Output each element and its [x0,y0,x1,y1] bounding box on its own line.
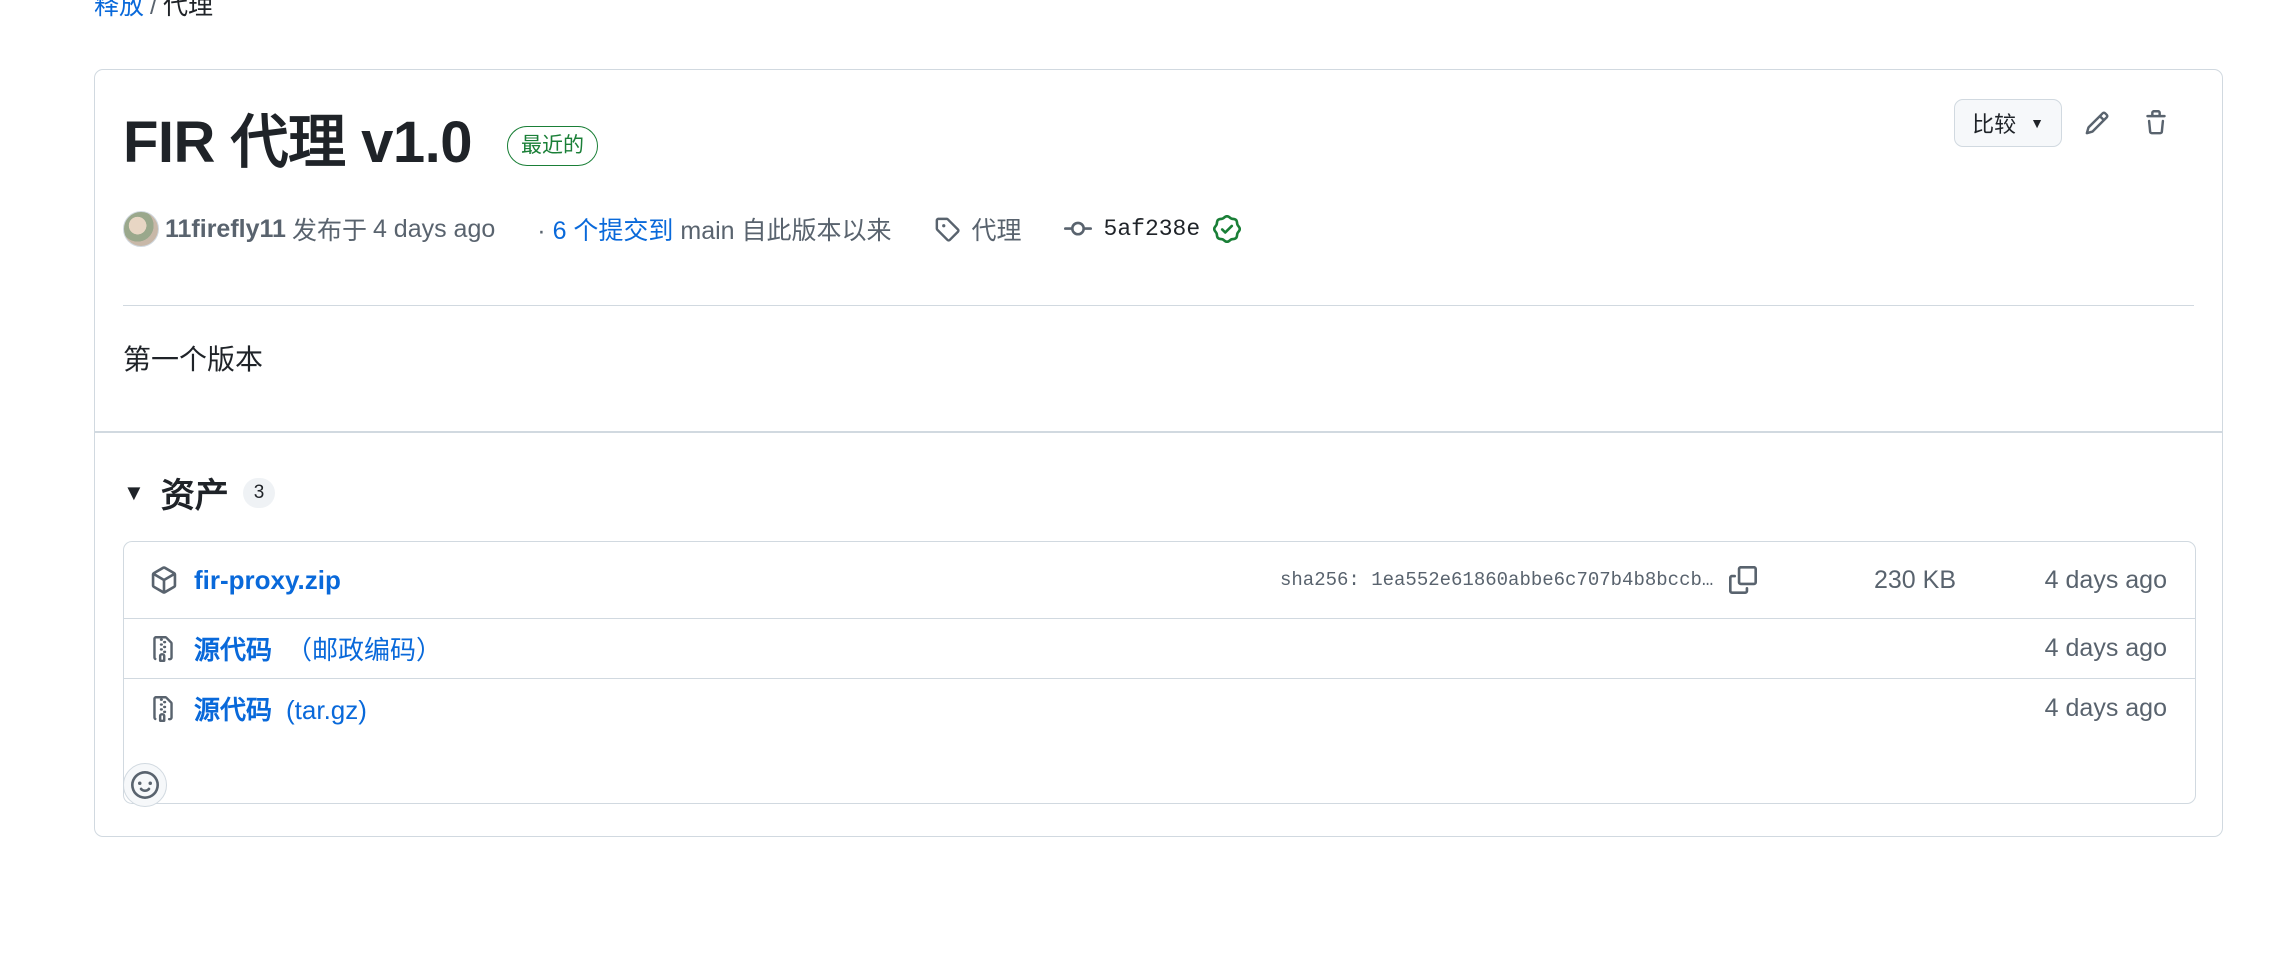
pencil-icon [2085,111,2109,135]
file-zip-icon [150,635,176,663]
breadcrumb: 释放 / 代理 [94,0,213,22]
commit-link[interactable]: 5af238e [1063,215,1254,243]
trash-icon [2146,110,2166,135]
avatar[interactable] [123,211,159,247]
breadcrumb-releases-link[interactable]: 释放 [94,0,144,20]
commit-sha: 5af238e [1103,216,1201,242]
verified-check-icon[interactable] [1213,215,1242,243]
tag-name: 代理 [971,217,1022,245]
title-row: FIR 代理 v1.0 最近的 [123,108,599,178]
delete-button[interactable] [2132,99,2180,147]
asset-row: fir-proxy.zip sha256: 1ea552e61860abbe6c… [124,542,2195,618]
asset-size: 230 KB [1874,565,1957,594]
branch-name: main [680,217,735,245]
asset-date: 4 days ago [2044,694,2167,722]
release-notes: 第一个版本 [123,344,264,375]
author-link[interactable]: 11firefly11 [165,215,286,244]
package-icon [150,566,178,594]
assets-title: 资产 [160,477,229,515]
release-title[interactable]: FIR 代理 v1.0 [123,108,473,178]
asset-name-link[interactable]: 源代码 (tar.gz) [194,690,367,727]
commits-suffix: 自此版本以来 [741,217,892,245]
release-card: FIR 代理 v1.0 最近的 比较 ▼ 11firefly11 发布于 4 d… [94,69,2223,837]
asset-row: 源代码 （邮政编码） 4 days ago [124,618,2195,678]
smiley-icon [131,771,159,799]
asset-date: 4 days ago [2044,565,2167,594]
commits-link[interactable]: 6 个提交到 [553,217,674,245]
asset-sha256: sha256: 1ea552e61860abbe6c707b4b8bccb… [1280,569,1714,591]
latest-badge: 最近的 [507,126,599,166]
breadcrumb-current: 代理 [162,0,213,20]
edit-button[interactable] [2073,99,2121,147]
release-header-section: FIR 代理 v1.0 最近的 比较 ▼ 11firefly11 发布于 4 d… [95,70,2222,433]
commits-prefix: · [537,217,546,245]
release-actions: 比较 ▼ [1954,99,2180,147]
published-prefix: 发布于 [291,217,367,245]
asset-name-link[interactable]: 源代码 （邮政编码） [194,630,442,667]
caret-down-icon: ▼ [2030,115,2044,131]
copy-icon[interactable] [1729,566,1757,594]
tag-icon [935,217,960,242]
tag-link[interactable]: 代理 [934,211,1022,247]
commits-info: · 6 个提交到 main 自此版本以来 [537,211,891,247]
asset-name-link[interactable]: fir-proxy.zip [194,565,341,596]
assets-count-badge: 3 [242,477,276,508]
assets-toggle[interactable]: ▼ 资产 3 [123,468,276,517]
breadcrumb-separator: / [150,0,157,20]
triangle-down-icon: ▼ [123,479,145,505]
asset-row: 源代码 (tar.gz) 4 days ago [124,678,2195,738]
compare-label: 比较 [1972,112,2017,137]
add-reaction-button[interactable] [123,763,167,807]
file-zip-icon [150,695,176,723]
assets-list: fir-proxy.zip sha256: 1ea552e61860abbe6c… [123,541,2196,804]
asset-date: 4 days ago [2044,634,2167,662]
release-meta: 11firefly11 发布于 4 days ago · 6 个提交到 main… [123,211,1253,247]
header-divider [123,305,2194,306]
compare-button[interactable]: 比较 ▼ [1954,99,2062,147]
git-commit-icon [1063,221,1092,236]
published-time: 4 days ago [372,214,496,243]
